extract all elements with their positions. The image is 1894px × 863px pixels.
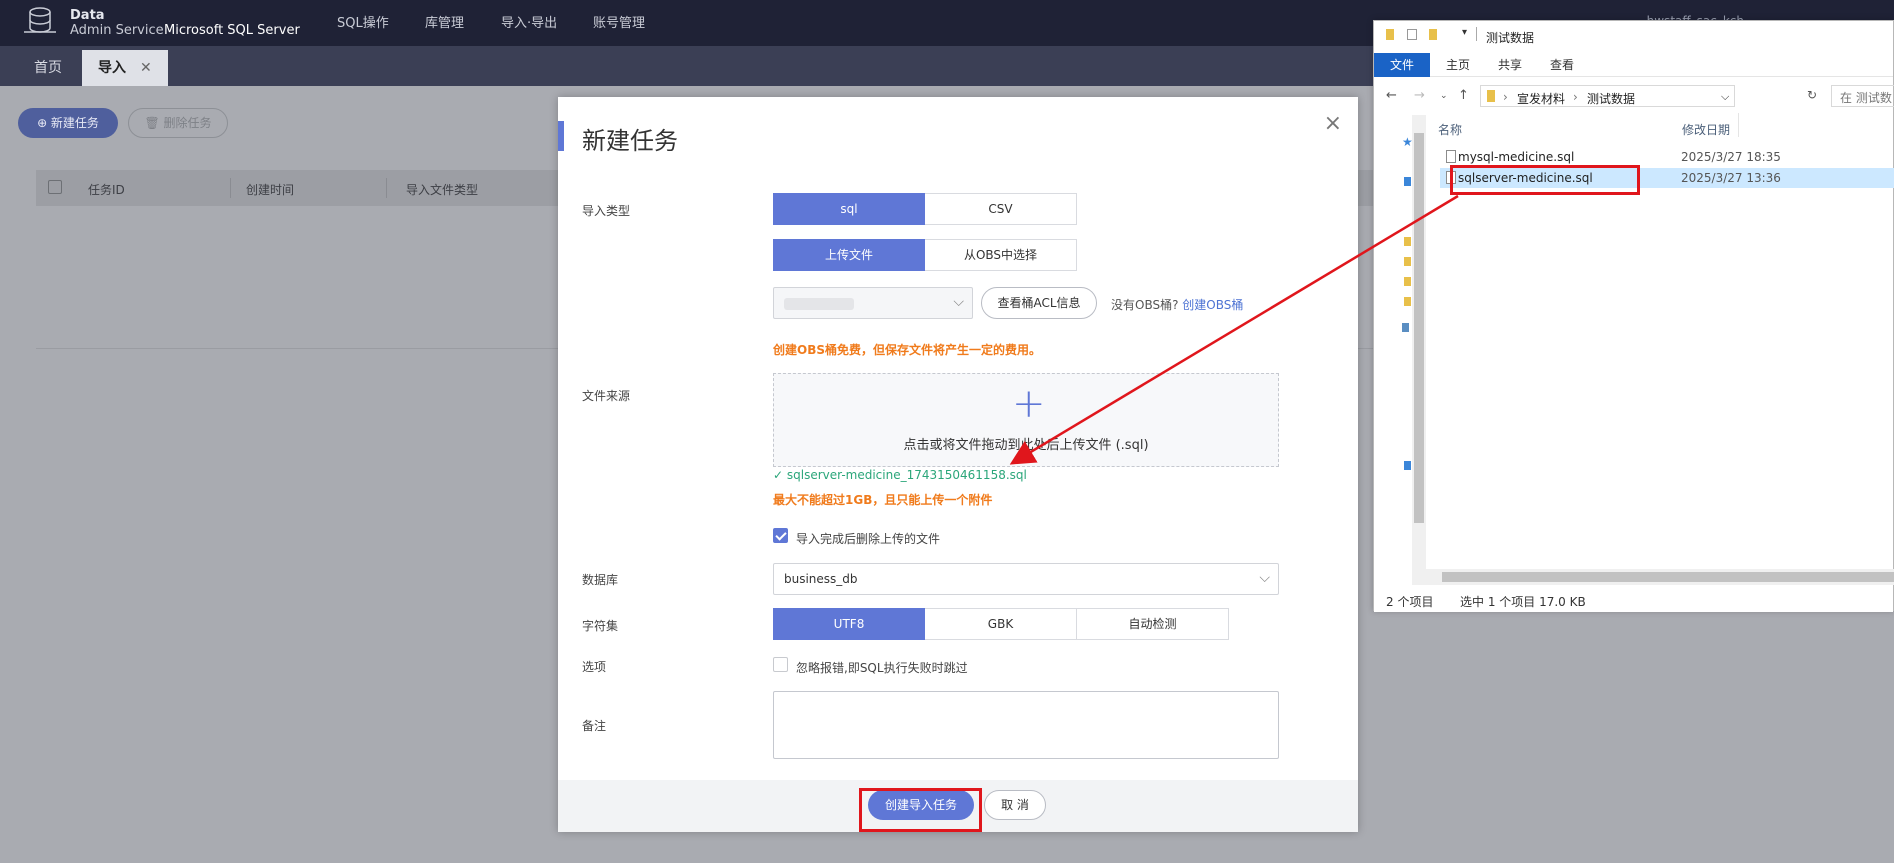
annotation-arrow <box>1009 194 1459 465</box>
